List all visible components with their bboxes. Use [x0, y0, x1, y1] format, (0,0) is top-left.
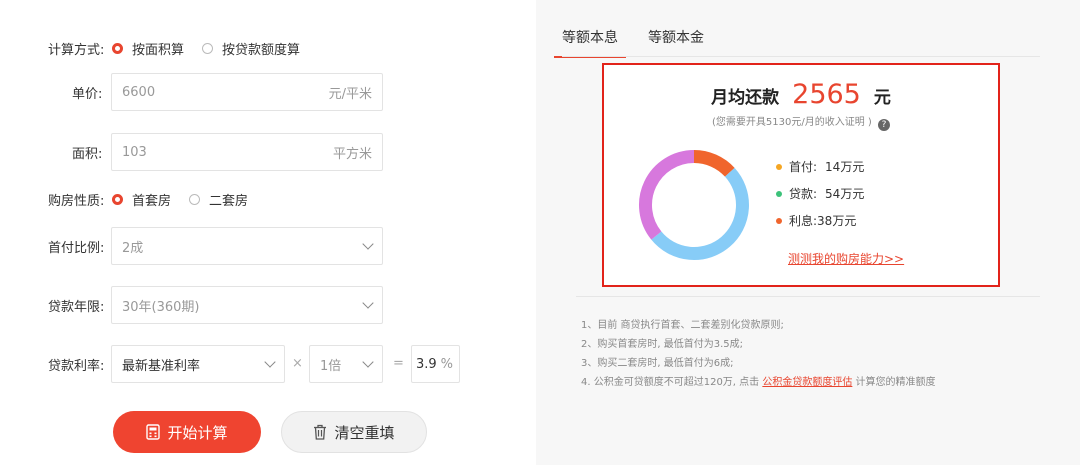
chevron-down-icon	[362, 238, 374, 250]
legend-dot-icon	[776, 217, 782, 224]
note4-suffix: 计算您的精准额度	[855, 377, 936, 388]
monthly-payment: 月均还款 2565 元	[604, 79, 998, 110]
trash-icon	[313, 424, 327, 440]
income-note: (您需要开具5130元/月的收入证明 ) ?	[604, 113, 998, 131]
donut-segment-interest	[639, 150, 695, 240]
help-icon[interactable]: ?	[878, 119, 890, 131]
loan-term-label: 贷款年限:	[48, 300, 105, 315]
notes-divider	[576, 296, 1040, 297]
legend-interest-label: 利息:	[789, 214, 818, 228]
affordability-test-link[interactable]: 测测我的购房能力>>	[788, 250, 904, 267]
legend-down-payment-value: 14万元	[825, 160, 865, 174]
repayment-tabs: 等额本息 等额本金	[554, 27, 734, 58]
house-type-group: 首套房 二套房	[112, 190, 266, 209]
chevron-down-icon	[362, 297, 374, 309]
house-type-second-option[interactable]: 二套房	[189, 190, 248, 209]
unit-price-value: 6600	[122, 84, 156, 100]
calc-method-loan-label: 按贷款额度算	[222, 43, 301, 58]
donut-segment-loan	[651, 167, 749, 260]
loan-term-value: 30年(360期)	[122, 299, 200, 315]
area-value: 103	[122, 144, 147, 160]
note-item: 3、购买二套房时, 最低首付为6成;	[581, 358, 734, 369]
note4-prefix: 4. 公积金可贷额度不可超过120万, 点击	[581, 377, 760, 388]
legend-dot-icon	[776, 190, 782, 197]
house-type-label: 购房性质:	[48, 194, 105, 209]
calculator-icon	[146, 424, 161, 440]
house-type-first-option[interactable]: 首套房	[112, 190, 171, 209]
calc-method-area-option[interactable]: 按面积算	[112, 39, 184, 58]
legend-interest-value: 38万元	[817, 214, 857, 228]
note-item: 1、目前 商贷执行首套、二套差别化贷款原则;	[581, 320, 784, 331]
start-calc-button[interactable]: 开始计算	[113, 411, 261, 453]
monthly-label: 月均还款	[711, 88, 780, 108]
down-payment-value: 2成	[122, 240, 144, 256]
rate-value: 3.9	[415, 356, 437, 372]
result-panel: 等额本息 等额本金 月均还款 2565 元 (您需要开具5130元/月的收入证明…	[536, 0, 1080, 465]
unit-price-unit: 元/平米	[328, 86, 372, 102]
fund-quota-link[interactable]: 公积金贷款额度评估	[762, 377, 852, 388]
legend-item-loan: 贷款: 54万元	[776, 180, 864, 207]
calc-method-loan-option[interactable]: 按贷款额度算	[202, 39, 300, 58]
notes-list: 1、目前 商贷执行首套、二套差别化贷款原则; 2、购买首套房时, 最低首付为3.…	[581, 316, 936, 392]
times-symbol: ×	[292, 356, 303, 371]
unit-price-input[interactable]: 6600 元/平米	[111, 73, 383, 111]
rate-base-select[interactable]: 最新基准利率	[111, 345, 285, 383]
radio-selected-icon	[112, 43, 123, 54]
calc-method-label: 计算方式:	[48, 43, 105, 58]
rate-label: 贷款利率:	[48, 359, 105, 374]
radio-unselected-icon	[202, 43, 214, 54]
payment-donut-chart	[639, 150, 749, 260]
rate-base-value: 最新基准利率	[122, 358, 201, 374]
loan-form: 计算方式: 按面积算 按贷款额度算 单价: 6600 元/平米 面积: 103 …	[0, 0, 536, 465]
rate-multiplier-value: 1倍	[320, 358, 342, 374]
legend-loan-value: 54万元	[825, 187, 865, 201]
clear-button[interactable]: 清空重填	[281, 411, 427, 453]
legend-dot-icon	[776, 163, 782, 170]
area-input[interactable]: 103 平方米	[111, 133, 383, 171]
legend-item-interest: 利息: 38万元	[776, 207, 864, 234]
chevron-down-icon	[362, 356, 374, 368]
note-item: 4. 公积金可贷额度不可超过120万, 点击 公积金贷款额度评估 计算您的精准额…	[581, 373, 936, 392]
equals-symbol: =	[393, 356, 404, 371]
clear-label: 清空重填	[334, 423, 395, 442]
note-item: 2、购买首套房时, 最低首付为3.5成;	[581, 339, 743, 350]
legend-loan-label: 贷款:	[789, 187, 818, 201]
tab-equal-principal[interactable]: 等额本金	[648, 27, 704, 57]
tabs-divider	[562, 56, 1040, 57]
monthly-value: 2565	[792, 79, 861, 110]
payment-legend: 首付: 14万元 贷款: 54万元 利息: 38万元	[776, 153, 864, 234]
area-unit: 平方米	[332, 146, 372, 162]
rate-multiplier-select[interactable]: 1倍	[309, 345, 383, 383]
house-type-second-label: 二套房	[209, 194, 249, 209]
radio-unselected-icon	[189, 194, 201, 205]
area-label: 面积:	[72, 147, 103, 162]
rate-unit: %	[440, 356, 453, 372]
down-payment-select[interactable]: 2成	[111, 227, 383, 265]
rate-value-input[interactable]: 3.9 %	[411, 345, 460, 383]
down-payment-label: 首付比例:	[48, 241, 105, 256]
legend-down-payment-label: 首付:	[789, 160, 818, 174]
income-note-text: (您需要开具5130元/月的收入证明 )	[712, 117, 872, 128]
start-calc-label: 开始计算	[167, 423, 228, 442]
calc-method-area-label: 按面积算	[132, 43, 185, 58]
legend-item-down-payment: 首付: 14万元	[776, 153, 864, 180]
unit-price-label: 单价:	[72, 87, 103, 102]
chevron-down-icon	[264, 356, 276, 368]
house-type-first-label: 首套房	[132, 194, 172, 209]
donut-segment-down-payment	[693, 150, 735, 177]
calc-method-group: 按面积算 按贷款额度算	[112, 39, 318, 58]
loan-term-select[interactable]: 30年(360期)	[111, 286, 383, 324]
tab-equal-installment[interactable]: 等额本息	[554, 27, 626, 58]
monthly-unit: 元	[873, 88, 891, 108]
radio-selected-icon	[112, 194, 123, 205]
result-box: 月均还款 2565 元 (您需要开具5130元/月的收入证明 ) ? 首付: 1…	[602, 63, 1000, 287]
